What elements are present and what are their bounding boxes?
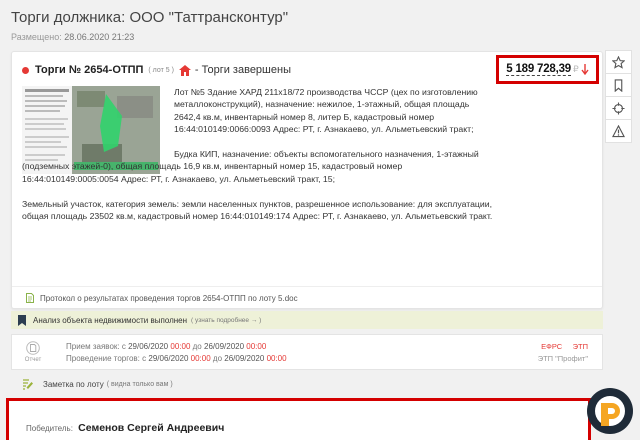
description-paragraph: Земельный участок, категория земель: зем…	[22, 198, 493, 222]
lot-price[interactable]: 5 189 728,39	[506, 63, 571, 76]
posted-date: Размещено: 28.06.2020 21:23	[11, 32, 134, 42]
applications-dates: Прием заявок: с 29/06/2020 00:00 до 26/0…	[66, 342, 266, 351]
status-dot-icon	[22, 66, 29, 74]
favorite-button[interactable]	[605, 50, 632, 74]
warning-icon	[612, 124, 625, 137]
report-issue-button[interactable]	[605, 119, 632, 143]
auction-label: Проведение торгов:	[66, 354, 140, 363]
bookmark-icon	[614, 78, 623, 92]
auction-status: - Торги завершены	[194, 64, 291, 76]
winner-highlight: Победитель: Семенов Сергей Андреевич	[6, 398, 591, 440]
auction-end-time: 00:00	[266, 354, 287, 363]
dates-card: Отчет Прием заявок: с 29/06/2020 00:00 д…	[11, 334, 603, 370]
lot-card: Торги № 2654-ОТПП ( лот 5 ) - Торги заве…	[11, 51, 603, 309]
price-down-arrow-icon	[581, 64, 589, 75]
apps-start-time: 00:00	[170, 342, 191, 351]
description-paragraph: Будка КИП, назначение: объекты вспомогат…	[22, 149, 479, 184]
report-button[interactable]: Отчет	[22, 341, 44, 363]
etp-link[interactable]: ЭТП	[573, 342, 588, 351]
lot-header: Торги № 2654-ОТПП ( лот 5 ) - Торги заве…	[22, 64, 291, 76]
platform-name[interactable]: ЭТП "Профит"	[538, 354, 588, 363]
protocol-link[interactable]: Протокол о результатах проведения торгов…	[12, 286, 602, 309]
currency: ₽	[573, 64, 579, 74]
from-label: с	[142, 354, 147, 363]
report-icon	[26, 341, 40, 355]
bookmark-ribbon-icon	[18, 314, 26, 326]
lot-description: Лот №5 Здание ХАРД 211х18/72 производств…	[22, 86, 497, 235]
from-label: с	[121, 342, 126, 351]
to-label: до	[192, 342, 202, 351]
lot-note[interactable]: Заметка по лоту ( видна только вам )	[11, 375, 603, 393]
analysis-banner[interactable]: Анализ объекта недвижимости выполнен ( у…	[11, 311, 603, 329]
auction-start-time: 00:00	[190, 354, 211, 363]
document-icon	[26, 293, 34, 303]
note-label: Заметка по лоту	[43, 379, 104, 389]
price-highlight: 5 189 728,39 ₽	[496, 55, 599, 84]
source-links: ЕФРС ЭТП	[541, 342, 588, 351]
apps-start-date: 29/06/2020	[128, 342, 169, 351]
winner-name: Семенов Сергей Андреевич	[78, 422, 225, 434]
site-logo-badge-icon[interactable]	[585, 386, 635, 436]
page-title: Торги должника: ООО "Таттрансконтур"	[11, 9, 289, 26]
lot-title-link[interactable]: Торги № 2654-ОТПП	[35, 64, 143, 76]
auction-start-date: 29/06/2020	[148, 354, 189, 363]
winner-line: Победитель: Семенов Сергей Андреевич	[26, 422, 224, 434]
analysis-more-link[interactable]: ( узнать подробнее → )	[191, 317, 261, 324]
apps-end-time: 00:00	[246, 342, 267, 351]
efrs-link[interactable]: ЕФРС	[541, 342, 562, 351]
description-paragraph: Лот №5 Здание ХАРД 211х18/72 производств…	[174, 87, 478, 135]
posted-label: Размещено:	[11, 32, 62, 42]
analysis-text: Анализ объекта недвижимости выполнен	[33, 315, 188, 325]
apps-label: Прием заявок:	[66, 342, 120, 351]
protocol-label: Протокол о результатах проведения торгов…	[40, 293, 298, 303]
note-edit-icon	[23, 378, 33, 390]
lot-number: ( лот 5 )	[148, 66, 174, 74]
bookmark-button[interactable]	[605, 73, 632, 97]
locate-button[interactable]	[605, 96, 632, 120]
posted-value: 28.06.2020 21:23	[64, 32, 135, 42]
winner-label: Победитель:	[26, 424, 73, 433]
star-icon	[612, 55, 625, 69]
report-label: Отчет	[24, 357, 42, 363]
apps-end-date: 26/09/2020	[204, 342, 245, 351]
auction-end-date: 26/09/2020	[224, 354, 265, 363]
target-icon	[612, 101, 625, 115]
auction-dates: Проведение торгов: с 29/06/2020 00:00 до…	[66, 354, 287, 363]
house-icon	[178, 64, 191, 76]
note-visibility: ( видна только вам )	[106, 380, 173, 388]
to-label: до	[212, 354, 223, 363]
